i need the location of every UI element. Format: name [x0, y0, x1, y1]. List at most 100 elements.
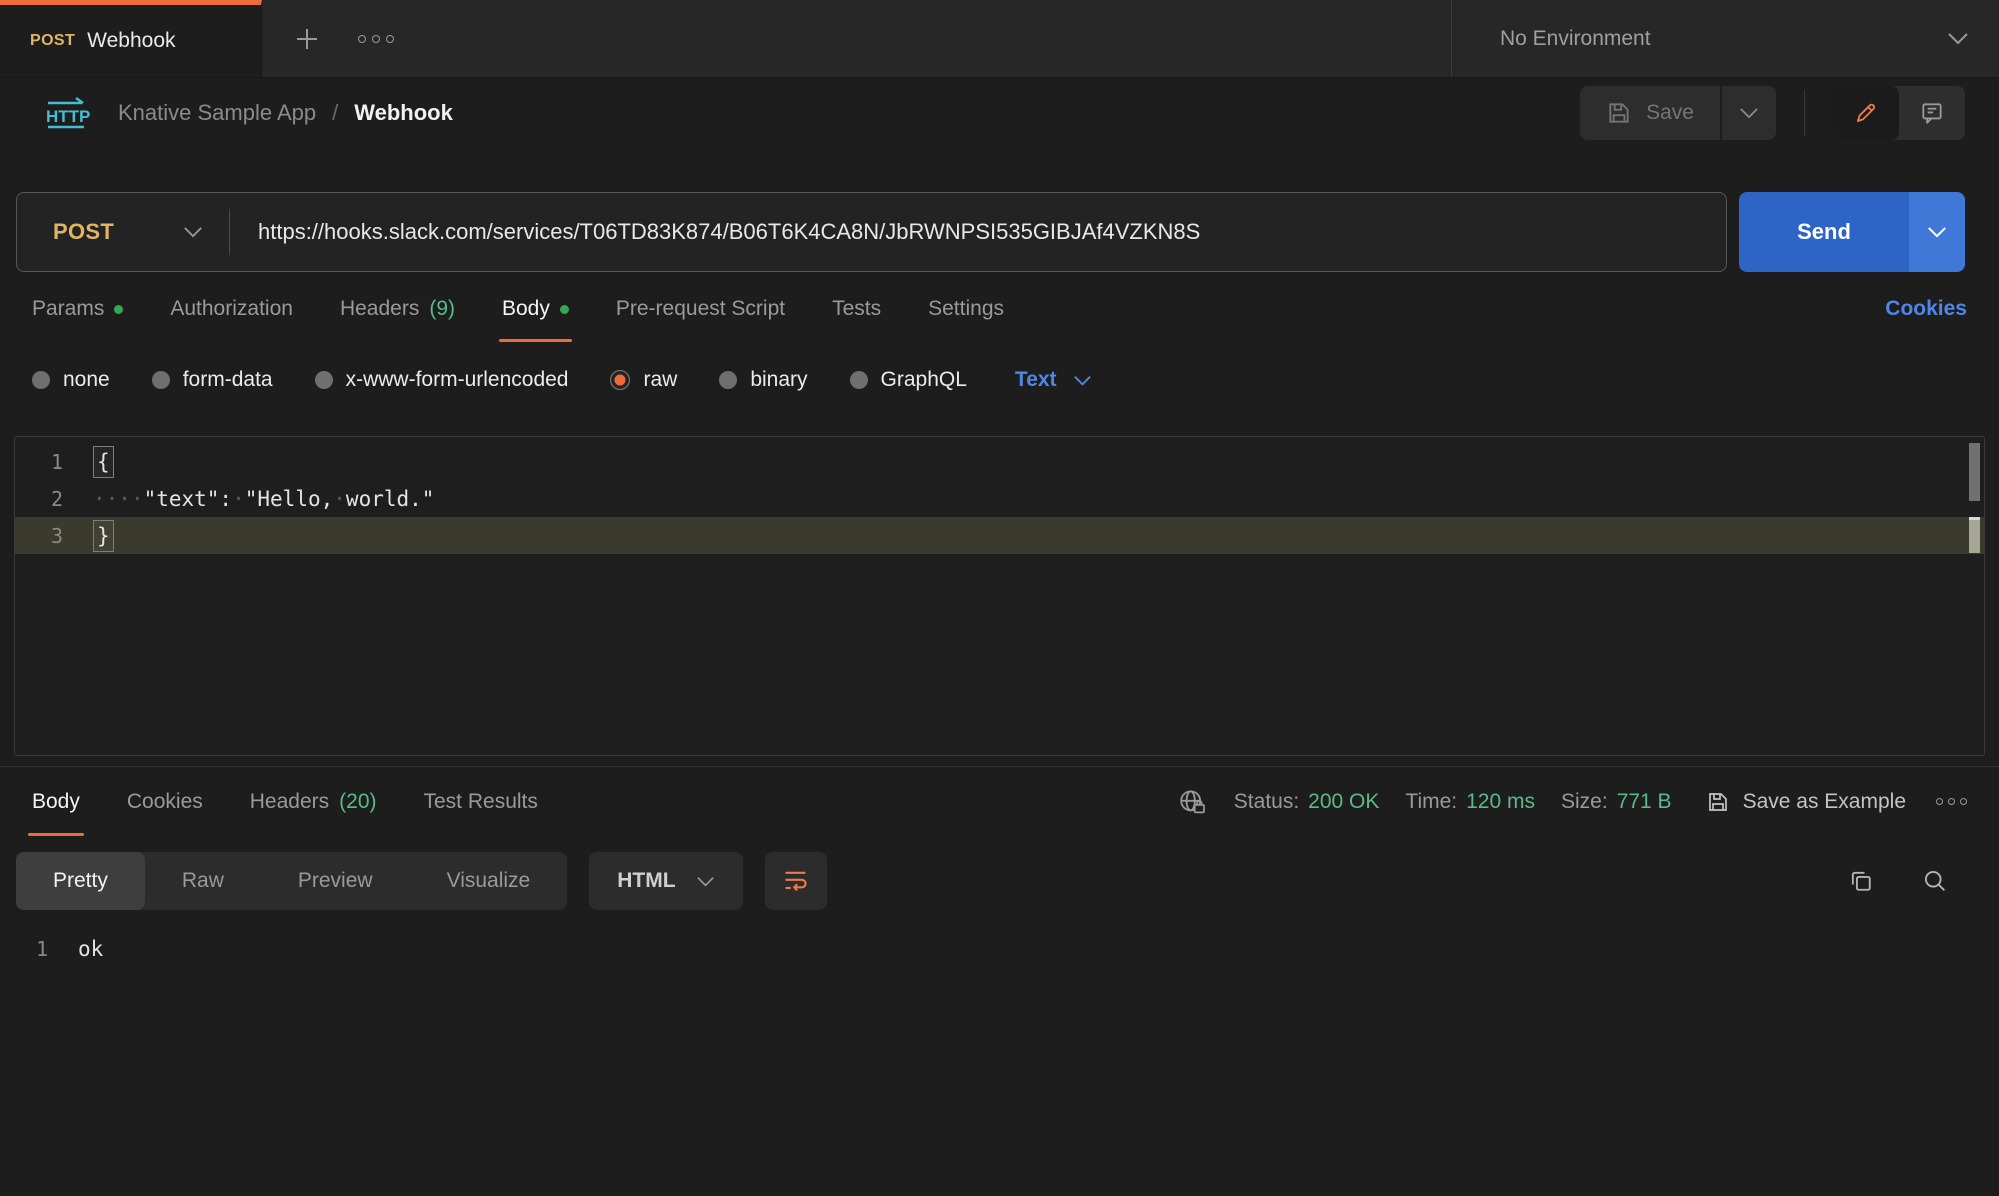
tab-strip-spacer: [394, 0, 1451, 77]
environment-label: No Environment: [1500, 27, 1651, 51]
response-format-dropdown[interactable]: HTML: [589, 852, 742, 910]
new-tab-button[interactable]: [294, 26, 320, 52]
send-button-group: Send: [1739, 192, 1965, 272]
response-tab-body[interactable]: Body: [32, 767, 80, 836]
radio-x-www-form-urlencoded[interactable]: x-www-form-urlencoded: [315, 368, 569, 392]
view-mode-preview[interactable]: Preview: [261, 852, 410, 910]
tab-strip: POST Webhook No Environment: [0, 0, 1999, 78]
editor-line[interactable]: 2 ····"text":·"Hello,·world.": [15, 480, 1984, 517]
environment-selector[interactable]: No Environment: [1451, 0, 1999, 77]
editor-line[interactable]: 1 {: [15, 443, 1984, 480]
radio-graphql[interactable]: GraphQL: [850, 368, 967, 392]
response-body-viewer[interactable]: 1 ok: [0, 932, 1999, 966]
size-indicator[interactable]: Size: 771 B: [1561, 790, 1672, 814]
documentation-edit-button[interactable]: [1833, 86, 1899, 140]
chevron-down-icon: [1739, 107, 1759, 119]
breadcrumb-separator: /: [332, 100, 338, 126]
method-dropdown[interactable]: POST: [17, 219, 229, 245]
wrap-lines-button[interactable]: [765, 852, 827, 910]
radio-icon: [152, 371, 170, 389]
view-mode-visualize[interactable]: Visualize: [410, 852, 568, 910]
url-input[interactable]: https://hooks.slack.com/services/T06TD83…: [230, 219, 1200, 245]
line-number: 1: [0, 937, 78, 961]
response-tab-cookies[interactable]: Cookies: [127, 767, 203, 836]
radio-selected-icon: [610, 370, 630, 390]
save-options-button[interactable]: [1722, 86, 1776, 140]
breadcrumb-request-name[interactable]: Webhook: [354, 100, 453, 126]
status-indicator[interactable]: Status: 200 OK: [1234, 790, 1380, 814]
response-tabs: Body Cookies Headers (20) Test Results: [32, 767, 538, 836]
cookies-link[interactable]: Cookies: [1885, 297, 1967, 321]
view-mode-switcher: Pretty Raw Preview Visualize: [16, 852, 567, 910]
radio-icon: [315, 371, 333, 389]
bracket-match: }: [93, 520, 114, 552]
tab-headers[interactable]: Headers (9): [340, 272, 455, 346]
response-tab-headers[interactable]: Headers (20): [250, 767, 377, 836]
response-body-actions: [1847, 867, 1965, 895]
chevron-down-icon: [183, 226, 203, 238]
tab-params[interactable]: Params: [32, 272, 123, 346]
pencil-icon: [1853, 100, 1879, 126]
radio-binary[interactable]: binary: [719, 368, 807, 392]
status-value: 200 OK: [1308, 790, 1379, 814]
tab-pre-request-script[interactable]: Pre-request Script: [616, 272, 785, 346]
line-number: 3: [15, 524, 93, 548]
ellipsis-icon: [358, 35, 366, 43]
editor-scrollbar[interactable]: [1969, 443, 1980, 501]
response-header: Body Cookies Headers (20) Test Results: [0, 766, 1999, 836]
side-panel-toggle-group: [1833, 86, 1965, 140]
chevron-down-icon: [1073, 375, 1092, 386]
request-url-row: POST https://hooks.slack.com/services/T0…: [16, 192, 1965, 272]
time-indicator[interactable]: Time: 120 ms: [1405, 790, 1535, 814]
raw-format-dropdown[interactable]: Text: [1015, 368, 1092, 392]
tab-tests[interactable]: Tests: [832, 272, 881, 346]
tab-method-badge: POST: [30, 32, 75, 50]
editor-line-active[interactable]: 3 }: [15, 517, 1984, 554]
save-button[interactable]: Save: [1580, 86, 1720, 140]
response-line: 1 ok: [0, 932, 1999, 966]
body-active-dot: [560, 305, 569, 314]
save-floppy-icon: [1606, 100, 1632, 126]
view-mode-pretty[interactable]: Pretty: [16, 852, 145, 910]
send-button[interactable]: Send: [1739, 192, 1909, 272]
save-as-example-button[interactable]: Save as Example: [1706, 790, 1906, 814]
radio-raw[interactable]: raw: [610, 368, 677, 392]
radio-form-data[interactable]: form-data: [152, 368, 273, 392]
whitespace-dot: ·: [232, 487, 245, 511]
save-button-label: Save: [1646, 101, 1694, 125]
tab-body[interactable]: Body: [502, 272, 569, 346]
tab-title: Webhook: [87, 29, 175, 53]
comment-icon: [1919, 100, 1945, 126]
view-mode-raw[interactable]: Raw: [145, 852, 261, 910]
tab-options-button[interactable]: [358, 35, 394, 43]
ellipsis-icon: [1936, 798, 1943, 805]
params-active-dot: [114, 305, 123, 314]
response-tab-test-results[interactable]: Test Results: [424, 767, 538, 836]
tab-settings[interactable]: Settings: [928, 272, 1004, 346]
size-value: 771 B: [1617, 790, 1672, 814]
send-options-button[interactable]: [1909, 192, 1965, 272]
tab-authorization[interactable]: Authorization: [170, 272, 293, 346]
chevron-down-icon: [1927, 226, 1947, 238]
editor-cursor-marker: [1969, 517, 1980, 553]
radio-none[interactable]: none: [32, 368, 110, 392]
copy-icon[interactable]: [1847, 867, 1875, 895]
open-request-tab[interactable]: POST Webhook: [0, 0, 262, 77]
time-value: 120 ms: [1466, 790, 1535, 814]
response-toolbar: Pretty Raw Preview Visualize HTML: [16, 852, 1965, 910]
request-body-editor[interactable]: 1 { 2 ····"text":·"Hello,·world." 3 }: [14, 436, 1985, 756]
whitespace-dot: ·: [333, 487, 346, 511]
response-headers-count: (20): [339, 790, 376, 814]
send-button-label: Send: [1797, 219, 1851, 245]
breadcrumb-collection[interactable]: Knative Sample App: [118, 100, 316, 126]
body-type-selector: none form-data x-www-form-urlencoded raw…: [0, 354, 1999, 406]
response-options-button[interactable]: [1936, 798, 1967, 805]
radio-icon: [850, 371, 868, 389]
method-label: POST: [53, 219, 114, 245]
whitespace-dots: ····: [93, 487, 144, 511]
comments-button[interactable]: [1899, 86, 1965, 140]
plus-icon: [294, 26, 320, 52]
search-icon[interactable]: [1921, 867, 1949, 895]
chevron-down-icon: [1947, 32, 1969, 45]
response-text: ok: [78, 937, 103, 961]
